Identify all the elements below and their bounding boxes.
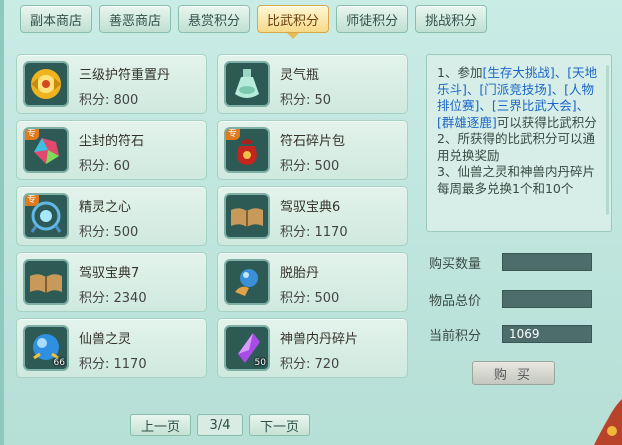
item-count: 50 — [254, 358, 266, 368]
tab-duel-points[interactable]: 比武积分 — [257, 5, 330, 39]
item-price: 积分: 50 — [280, 93, 332, 108]
page-indicator: 3/4 — [197, 414, 244, 436]
book-icon — [224, 193, 270, 239]
shop-item[interactable]: 66 仙兽之灵 积分: 1170 — [16, 318, 207, 378]
tab-mentor-points[interactable]: 师徒积分 — [336, 5, 409, 33]
rune-stone-icon: 专 — [23, 127, 69, 173]
tab-karma-shop[interactable]: 善恶商店 — [99, 5, 172, 33]
rules-panel: 1、参加[生存大挑战]、[天地乐斗]、[门派竞技场]、[人物排位赛]、[三界比武… — [426, 54, 612, 232]
rules-scrollbar[interactable] — [606, 65, 609, 215]
pagination: 上一页 3/4 下一页 — [130, 414, 311, 436]
quantity-input[interactable] — [502, 253, 592, 271]
rule-1-suffix: 可以获得比武积分 — [496, 114, 597, 130]
item-name: 灵气瓶 — [280, 68, 320, 83]
shop-item[interactable]: 三级护符重置丹 积分: 800 — [16, 54, 207, 114]
shop-item[interactable]: 专 符石碎片包 积分: 500 — [217, 120, 408, 180]
item-name: 神兽内丹碎片 — [280, 332, 359, 347]
item-name: 精灵之心 — [79, 200, 132, 215]
item-name: 脱胎丹 — [280, 266, 320, 281]
rule-2: 2、所获得的比武积分可以通用兑换奖励 — [437, 131, 595, 163]
item-name: 三级护符重置丹 — [79, 68, 171, 83]
item-price: 积分: 60 — [79, 159, 131, 174]
item-name: 驾驭宝典6 — [280, 200, 341, 215]
shop-item[interactable]: 驾驭宝典7 积分: 2340 — [16, 252, 207, 312]
item-price: 积分: 1170 — [280, 225, 348, 240]
item-name: 驾驭宝典7 — [79, 266, 140, 281]
item-name: 尘封的符石 — [79, 134, 145, 149]
rule-1-prefix: 1、参加 — [437, 65, 483, 80]
tab-bounty-points[interactable]: 悬赏积分 — [178, 5, 251, 33]
exclusive-badge: 专 — [226, 129, 241, 140]
rule-3: 3、仙兽之灵和神兽内丹碎片每周最多兑换1个和10个 — [437, 164, 595, 196]
red-pouch-icon: 专 — [224, 127, 270, 173]
total-price-field — [502, 290, 592, 308]
item-price: 积分: 500 — [280, 159, 340, 174]
item-name: 仙兽之灵 — [79, 332, 132, 347]
spirit-heart-icon: 专 — [23, 193, 69, 239]
item-price: 积分: 1170 — [79, 357, 147, 372]
item-price: 积分: 2340 — [79, 291, 147, 306]
decorative-ornament-icon — [594, 399, 622, 445]
item-name: 符石碎片包 — [280, 134, 346, 149]
rule-1: 1、参加[生存大挑战]、[天地乐斗]、[门派竞技场]、[人物排位赛]、[三界比武… — [437, 65, 603, 131]
item-price: 积分: 500 — [280, 291, 340, 306]
blue-pill-icon — [224, 259, 270, 305]
shop-item[interactable]: 专 尘封的符石 积分: 60 — [16, 120, 207, 180]
shop-item[interactable]: 50 神兽内丹碎片 积分: 720 — [217, 318, 408, 378]
quantity-label: 购买数量 — [429, 257, 482, 272]
item-price: 积分: 800 — [79, 93, 139, 108]
shop-item[interactable]: 灵气瓶 积分: 50 — [217, 54, 408, 114]
exclusive-badge: 专 — [25, 129, 40, 140]
tab-challenge-points[interactable]: 挑战积分 — [415, 5, 488, 33]
current-points-label: 当前积分 — [429, 329, 482, 344]
prev-page-button[interactable]: 上一页 — [130, 414, 192, 436]
item-count: 66 — [53, 358, 65, 368]
shop-item[interactable]: 驾驭宝典6 积分: 1170 — [217, 186, 408, 246]
purple-crystal-icon: 50 — [224, 325, 270, 371]
total-price-label: 物品总价 — [429, 294, 482, 309]
item-price: 积分: 500 — [79, 225, 139, 240]
item-grid: 三级护符重置丹 积分: 800 灵气瓶 积分: 50 专 尘封的符石 积分: 6… — [16, 54, 408, 378]
buy-button[interactable]: 购 买 — [472, 361, 555, 385]
next-page-button[interactable]: 下一页 — [249, 414, 311, 436]
jade-bottle-icon — [224, 61, 270, 107]
shop-item[interactable]: 专 精灵之心 积分: 500 — [16, 186, 207, 246]
exclusive-badge: 专 — [25, 195, 40, 206]
shop-item[interactable]: 脱胎丹 积分: 500 — [217, 252, 408, 312]
tab-bar: 副本商店 善恶商店 悬赏积分 比武积分 师徒积分 挑战积分 — [20, 5, 488, 39]
blue-orb-icon: 66 — [23, 325, 69, 371]
current-points-field: 1069 — [502, 325, 592, 343]
golden-amulet-icon — [23, 61, 69, 107]
tab-dungeon-shop[interactable]: 副本商店 — [20, 5, 93, 33]
item-price: 积分: 720 — [280, 357, 340, 372]
book-icon — [23, 259, 69, 305]
